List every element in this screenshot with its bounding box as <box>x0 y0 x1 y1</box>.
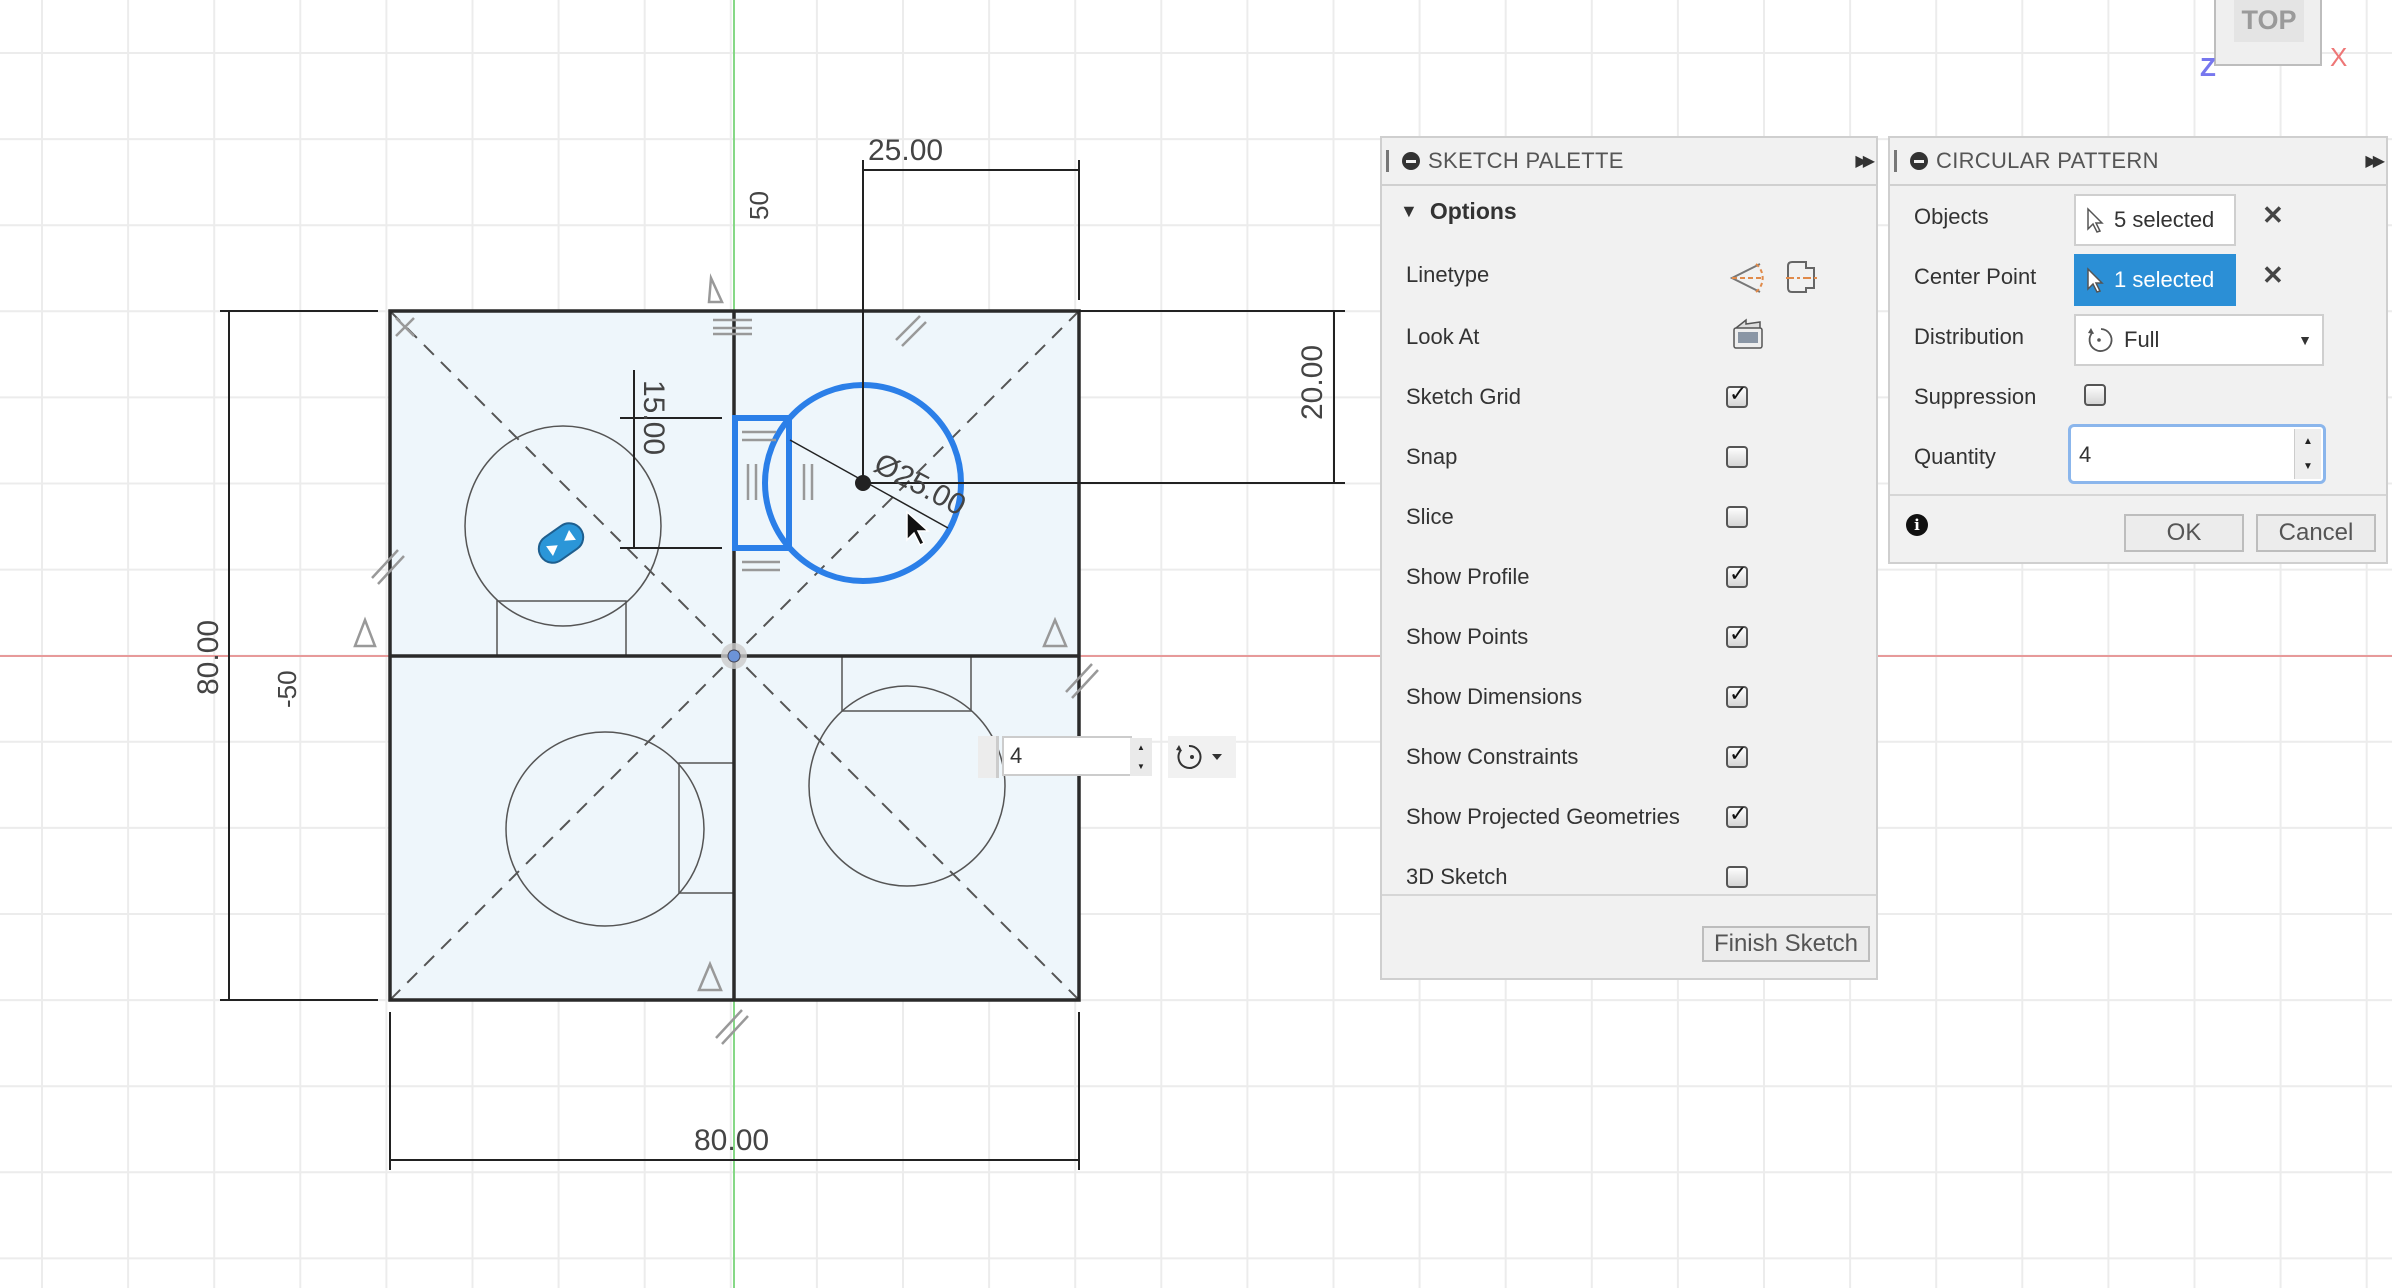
quantity-stepper[interactable]: ▲ ▼ <box>2294 429 2321 479</box>
select-cursor-icon <box>2087 267 2104 293</box>
dim-right-label[interactable]: 20.00 <box>1296 345 1329 420</box>
option-checkbox[interactable] <box>1726 382 1748 408</box>
fix-constraint-icon[interactable] <box>707 273 724 304</box>
option-label: Show Projected Geometries <box>1406 804 1680 829</box>
option-label: Snap <box>1406 444 1458 469</box>
option-label: 3D Sketch <box>1406 864 1508 889</box>
option-checkbox[interactable] <box>1726 866 1748 888</box>
centerline-linetype-button[interactable] <box>1784 258 1824 298</box>
option-checkbox[interactable] <box>1726 802 1748 828</box>
clear-objects-icon[interactable]: ✕ <box>2262 200 2284 231</box>
expand-panel-icon[interactable]: ▶▶ <box>1855 151 1874 171</box>
circular-pattern-header[interactable]: CIRCULAR PATTERN ▶▶ <box>1890 138 2386 186</box>
inline-quantity-input[interactable]: 4 <box>1002 736 1132 776</box>
options-section-header[interactable]: ▼ Options <box>1400 198 1517 225</box>
drag-handle-icon[interactable] <box>1894 150 1900 172</box>
triangle-down-icon: ▼ <box>1400 201 1418 221</box>
inline-quantity-down-icon[interactable]: ▼ <box>1130 757 1152 776</box>
option-label: Show Points <box>1406 624 1529 649</box>
option-label: Slice <box>1406 504 1454 529</box>
option-checkbox[interactable] <box>1726 622 1748 648</box>
sketch-palette-panel: SKETCH PALETTE ▶▶ ▼ Options Linetype Loo… <box>1380 136 1878 980</box>
center-point-selection-value: 1 selected <box>2114 267 2215 292</box>
option-checkbox[interactable] <box>1726 506 1748 528</box>
options-section-label: Options <box>1429 198 1517 224</box>
sketch-palette-title: SKETCH PALETTE <box>1428 148 1624 173</box>
ok-button[interactable]: OK <box>2124 514 2244 552</box>
center-point-label: Center Point <box>1914 264 2037 289</box>
collapse-icon[interactable] <box>1402 152 1420 170</box>
option-checkbox[interactable] <box>1726 682 1748 708</box>
finish-sketch-button[interactable]: Finish Sketch <box>1702 926 1870 962</box>
circular-pattern-panel: CIRCULAR PATTERN ▶▶ Objects 5 selected ✕… <box>1888 136 2388 564</box>
expand-panel-icon[interactable]: ▶▶ <box>2365 151 2384 171</box>
distribution-dropdown[interactable]: Full ▼ <box>2074 314 2324 366</box>
dim-inner-label[interactable]: 15.00 <box>637 380 670 455</box>
linetype-label: Linetype <box>1406 262 1490 287</box>
cancel-button[interactable]: Cancel <box>2256 514 2376 552</box>
quantity-up-icon[interactable]: ▲ <box>2295 429 2321 454</box>
option-label: Show Constraints <box>1406 744 1579 769</box>
drag-handle-icon[interactable] <box>1386 150 1392 172</box>
center-point-selection[interactable]: 1 selected <box>2074 254 2236 306</box>
chevron-down-icon <box>1212 754 1222 760</box>
option-checkbox[interactable] <box>1726 562 1748 588</box>
objects-selection[interactable]: 5 selected <box>2074 194 2236 246</box>
option-checkbox[interactable] <box>1726 446 1748 468</box>
inline-quantity-up-icon[interactable]: ▲ <box>1130 738 1152 757</box>
dim-bottom-label[interactable]: 80.00 <box>694 1124 769 1157</box>
viewcube-x-axis: X <box>2330 42 2348 72</box>
dim-left-label[interactable]: 80.00 <box>192 620 225 695</box>
suppression-label: Suppression <box>1914 384 2037 409</box>
clear-center-point-icon[interactable]: ✕ <box>2262 260 2284 291</box>
chevron-down-icon: ▼ <box>2298 332 2312 348</box>
select-cursor-icon <box>2087 207 2104 233</box>
quantity-down-icon[interactable]: ▼ <box>2295 454 2321 479</box>
circular-pattern-title: CIRCULAR PATTERN <box>1936 148 2159 173</box>
collapse-icon[interactable] <box>1910 152 1928 170</box>
inline-quantity-widget[interactable]: 4 ▲ ▼ <box>978 736 1156 778</box>
fix-constraint-icon[interactable] <box>353 616 377 648</box>
x-axis-value-label: -50 <box>272 670 302 708</box>
parallel-constraint-icon[interactable] <box>715 1009 749 1045</box>
option-checkbox[interactable] <box>1726 742 1748 768</box>
y-axis-value-label: 50 <box>744 191 774 220</box>
viewcube[interactable]: TOP <box>2214 0 2322 66</box>
sketch-palette-header[interactable]: SKETCH PALETTE ▶▶ <box>1382 138 1876 186</box>
dim-top-label[interactable]: 25.00 <box>868 134 943 167</box>
circle-center-point[interactable] <box>855 475 871 491</box>
suppression-checkbox[interactable] <box>2084 384 2106 406</box>
look-at-button[interactable] <box>1732 318 1766 352</box>
construction-linetype-button[interactable] <box>1730 258 1770 298</box>
viewcube-top-face[interactable]: TOP <box>2234 0 2304 42</box>
distribution-label: Distribution <box>1914 324 2025 349</box>
viewcube-z-axis: Z <box>2200 52 2216 82</box>
info-icon[interactable]: i <box>1906 514 1928 536</box>
option-label: Show Dimensions <box>1406 684 1583 709</box>
distribution-value: Full <box>2124 327 2160 352</box>
full-distribution-icon <box>1176 744 1202 769</box>
option-label: Sketch Grid <box>1406 384 1521 409</box>
quantity-input[interactable] <box>2077 431 2281 479</box>
look-at-label: Look At <box>1406 324 1480 349</box>
inline-distribution-dropdown[interactable] <box>1168 736 1236 778</box>
full-distribution-icon <box>2088 328 2113 352</box>
objects-label: Objects <box>1914 204 1989 229</box>
inline-quantity-stepper[interactable]: ▲ ▼ <box>1130 738 1152 776</box>
objects-selection-value: 5 selected <box>2114 207 2215 232</box>
quantity-field[interactable]: ▲ ▼ <box>2068 424 2326 484</box>
inline-quantity-drag-handle[interactable] <box>978 736 999 778</box>
option-label: Show Profile <box>1406 564 1530 589</box>
quantity-label: Quantity <box>1914 444 1996 469</box>
